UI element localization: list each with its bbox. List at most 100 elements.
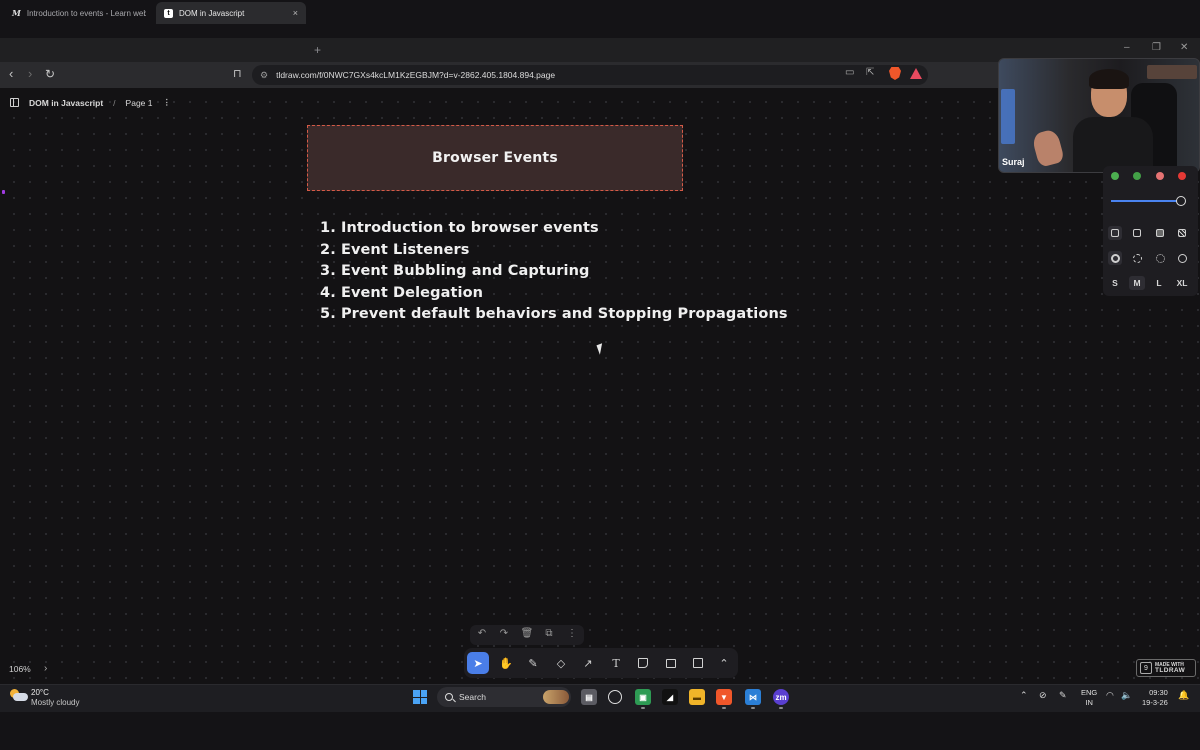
clock-time: 09:30 (1149, 688, 1168, 697)
fill-semi-icon (1133, 229, 1141, 237)
brave-browser-icon[interactable]: ▼ (716, 689, 732, 705)
chevron-up-tray-icon[interactable]: ⌃ (1020, 690, 1028, 701)
webcam-person-body (1073, 117, 1153, 172)
share-icon[interactable]: ⇱ (866, 67, 874, 78)
page-menu-icon[interactable]: ⋮ (163, 97, 172, 108)
redo-icon[interactable]: ↷ (497, 628, 511, 639)
more-tools-button[interactable]: ⌃ (713, 652, 735, 674)
color-swatch-red[interactable] (1178, 172, 1186, 180)
brave-rewards-icon[interactable] (910, 68, 922, 79)
topic-item: 5. Prevent default behaviors and Stoppin… (320, 306, 788, 322)
fill-solid-button[interactable] (1153, 226, 1167, 240)
undo-icon[interactable]: ↶ (475, 628, 489, 639)
back-icon[interactable]: ‹ (9, 66, 13, 82)
weather-description[interactable]: Mostly cloudy (31, 698, 79, 707)
size-s-button[interactable]: S (1107, 276, 1123, 290)
language-indicator[interactable]: ENG IN (1081, 688, 1097, 708)
opacity-slider[interactable] (1111, 200, 1179, 202)
taskbar-search[interactable]: Search (437, 687, 571, 707)
cursor-arrow-icon: ➤ (473, 657, 483, 670)
document-name[interactable]: DOM in Javascript (29, 98, 103, 108)
notifications-muted-icon[interactable]: ⊘ (1039, 690, 1047, 701)
color-swatch-light-red[interactable] (1156, 172, 1164, 180)
eraser-tool-button[interactable]: ◇ (550, 652, 572, 674)
maximize-icon[interactable]: ❐ (1152, 42, 1161, 53)
page-name[interactable]: Page 1 (126, 98, 153, 108)
note-tool-button[interactable] (632, 652, 654, 674)
fill-pattern-icon (1178, 229, 1186, 237)
terminal-app-icon[interactable]: ▣ (635, 689, 651, 705)
notification-bell-icon[interactable]: 🔔 (1178, 690, 1189, 701)
dash-draw-button[interactable] (1108, 251, 1122, 265)
opacity-slider-handle[interactable] (1176, 196, 1186, 206)
close-tab-icon[interactable]: × (293, 8, 298, 18)
site-settings-icon[interactable]: ⚙ (260, 70, 268, 81)
draw-tool-button[interactable]: ✎ (522, 652, 544, 674)
cursor-app-icon[interactable]: ◢ (662, 689, 678, 705)
toggle-sidebar-icon[interactable] (10, 98, 19, 107)
forward-icon[interactable]: › (28, 66, 32, 82)
webcam-name-label: Suraj (1002, 157, 1025, 167)
url-field[interactable]: ⚙ tldraw.com/f/0NWC7GXs4kcLM1KzEGBJM?d=v… (252, 65, 928, 85)
tab-favicon-icon: t (164, 8, 173, 18)
select-tool-button[interactable]: ➤ (467, 652, 489, 674)
zoom-level[interactable]: 106% (9, 664, 31, 674)
breadcrumb: DOM in Javascript / Page 1 ⋮ (10, 97, 171, 108)
topic-item: 4. Event Delegation (320, 284, 484, 301)
text-icon: T (612, 656, 620, 670)
topic-item: 1. Introduction to browser events (320, 220, 599, 236)
stray-ink-mark (2, 190, 5, 194)
volume-icon[interactable]: 🔈 (1121, 690, 1132, 701)
topics-list[interactable]: 1. Introduction to browser events 2. Eve… (320, 218, 788, 326)
close-window-icon[interactable]: ✕ (1180, 42, 1188, 53)
hand-tool-button[interactable]: ✋ (495, 652, 517, 674)
reload-icon[interactable]: ↻ (45, 66, 55, 82)
image-tool-button[interactable] (660, 652, 682, 674)
image-icon (666, 658, 676, 668)
weather-cloudy-icon[interactable] (10, 689, 28, 703)
tab-dom-in-javascript[interactable]: t DOM in Javascript × (156, 2, 306, 24)
file-viewer-app-icon[interactable]: ▤ (581, 689, 597, 705)
size-xl-button[interactable]: XL (1174, 276, 1190, 290)
arrow-tool-button[interactable]: ↗ (577, 652, 599, 674)
zoom-app-icon[interactable]: zm (773, 689, 789, 705)
dash-dotted-button[interactable] (1153, 251, 1167, 265)
delete-icon[interactable]: 🗑 (520, 628, 534, 639)
color-swatch-green[interactable] (1111, 172, 1119, 180)
bookmark-icon[interactable]: ⊓ (233, 66, 242, 82)
chatgpt-app-icon[interactable] (608, 690, 622, 704)
taskbar-clock[interactable]: 09:30 19-3-26 (1142, 688, 1168, 708)
color-swatch-light-green[interactable] (1133, 172, 1141, 180)
chevron-right-icon[interactable]: › (44, 663, 47, 674)
url-text: tldraw.com/f/0NWC7GXs4kcLM1KzEGBJM?d=v-2… (276, 70, 556, 80)
fill-pattern-button[interactable] (1175, 226, 1189, 240)
fill-none-button[interactable] (1108, 226, 1122, 240)
dash-solid-button[interactable] (1175, 251, 1189, 265)
text-tool-button[interactable]: T (605, 652, 627, 674)
size-l-button[interactable]: L (1151, 276, 1167, 290)
cast-icon[interactable]: ▭ (845, 67, 854, 78)
windows-start-icon[interactable] (413, 690, 427, 704)
vscode-app-icon[interactable]: ⋈ (745, 689, 761, 705)
breadcrumb-separator: / (113, 97, 116, 108)
webcam-shelf (1147, 65, 1197, 79)
tab-introduction-to-events[interactable]: M Introduction to events - Learn web d (4, 2, 154, 24)
topic-item: 3. Event Bubbling and Capturing (320, 263, 590, 279)
pen-tray-icon[interactable]: ✎ (1059, 690, 1067, 701)
made-with-tldraw-badge[interactable]: 9 MADE WITH TLDRAW (1136, 659, 1196, 677)
size-m-button[interactable]: M (1129, 276, 1145, 290)
weather-temperature[interactable]: 20°C (31, 688, 49, 697)
wifi-icon[interactable]: ◠ (1106, 690, 1114, 701)
minimize-icon[interactable]: – (1124, 42, 1130, 53)
title-card-text: Browser Events (432, 150, 558, 166)
title-card-shape[interactable]: Browser Events (307, 125, 683, 191)
more-actions-icon[interactable]: ⋮ (565, 628, 579, 639)
file-explorer-icon[interactable]: ▬ (689, 689, 705, 705)
fill-solid-icon (1156, 229, 1164, 237)
new-tab-button[interactable]: + (314, 43, 321, 57)
duplicate-icon[interactable]: ⧉ (542, 628, 556, 639)
rectangle-tool-button[interactable] (687, 652, 709, 674)
fill-semi-button[interactable] (1130, 226, 1144, 240)
dash-dotted-icon (1155, 253, 1165, 263)
dash-dashed-button[interactable] (1130, 251, 1144, 265)
